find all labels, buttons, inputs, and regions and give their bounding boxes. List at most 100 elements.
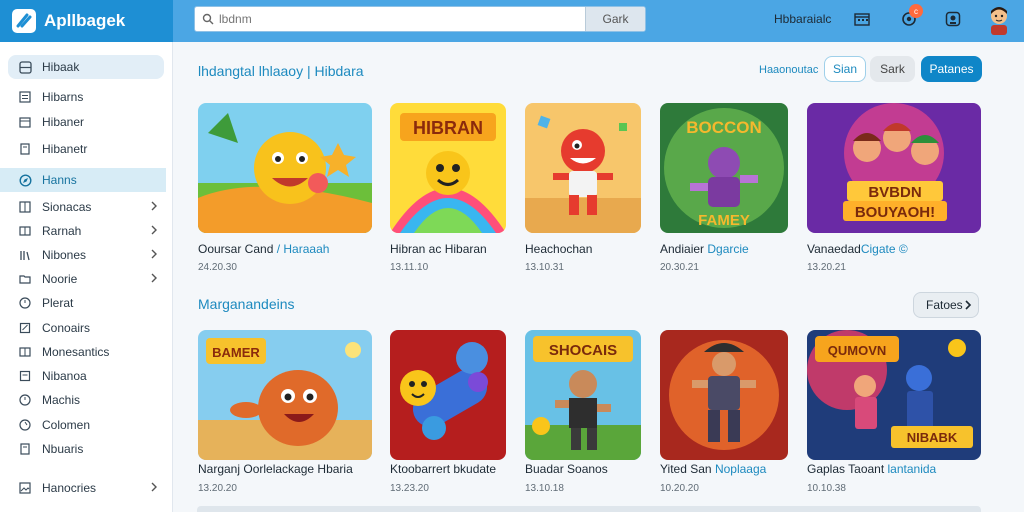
- sidebar-item-label: Hanns: [42, 173, 77, 187]
- game-meta: 10.10.38: [807, 483, 846, 494]
- sidebar-item-9[interactable]: Plerat: [8, 291, 164, 315]
- game-meta: 10.20.20: [660, 483, 699, 494]
- sidebar-item-2[interactable]: Hibaner: [8, 110, 164, 134]
- next-row-edge: [197, 506, 981, 512]
- sidebar-item-15[interactable]: Nbuaris: [8, 437, 164, 461]
- game-title-3[interactable]: Andiaier Dgarcie: [660, 242, 749, 256]
- chevron-right-icon: [964, 299, 972, 314]
- game-thumbnail[interactable]: HIBRAN: [390, 103, 506, 233]
- game-title-9[interactable]: Gaplas Taoant lantanida: [807, 462, 936, 476]
- sidebar-item-7[interactable]: Nibones: [8, 243, 164, 267]
- game-title-4[interactable]: VanaedadCigate ©: [807, 242, 908, 256]
- game-thumbnail[interactable]: SHOCAIS: [525, 330, 641, 460]
- sidebar-item-8[interactable]: Noorie: [8, 267, 164, 291]
- game-title-text: Yited San: [660, 462, 712, 476]
- search-icon: [197, 13, 219, 25]
- header-link[interactable]: Hbbaraialc: [774, 12, 831, 26]
- book-icon: [18, 345, 32, 359]
- sidebar-item-label: Nbuaris: [42, 442, 84, 456]
- file-icon: [18, 369, 32, 383]
- section-link[interactable]: Haaonoutac: [759, 64, 818, 76]
- features-button[interactable]: Fatoes: [913, 292, 979, 318]
- filter-button-sark[interactable]: Sark: [870, 56, 915, 82]
- search-button[interactable]: Gark: [585, 7, 645, 31]
- game-meta: 13.23.20: [390, 483, 429, 494]
- game-meta: 13.20.20: [198, 483, 237, 494]
- game-title-0[interactable]: Ooursar Cand / Haraaah: [198, 242, 329, 256]
- game-meta: 13.10.31: [525, 262, 564, 273]
- search-input[interactable]: [219, 7, 585, 31]
- sidebar-item-label: Hibaner: [42, 115, 85, 129]
- game-title-5[interactable]: Narganj Oorlelackage Hbaria: [198, 462, 353, 476]
- sidebar-item-0[interactable]: Hibaak: [8, 55, 164, 79]
- profile-icon[interactable]: [943, 9, 963, 29]
- game-meta: 20.30.21: [660, 262, 699, 273]
- game-thumbnail[interactable]: [390, 330, 506, 460]
- sidebar-item-5[interactable]: Sionacas: [8, 195, 164, 219]
- game-tag: lantanida: [887, 462, 937, 476]
- top-bar: Apllbagek Gark Hbbaraialc c: [0, 0, 1024, 42]
- filter-button-primary[interactable]: Patanes: [921, 56, 982, 82]
- game-thumbnail[interactable]: BAMER: [198, 330, 372, 460]
- game-title-1[interactable]: Hibran ac Hibaran: [390, 242, 487, 256]
- library-icon: [18, 248, 32, 262]
- search-bar: Gark: [194, 6, 646, 32]
- sidebar-item-label: Hibaak: [42, 60, 80, 74]
- filter-button-sian[interactable]: Sian: [824, 56, 866, 82]
- game-thumbnail[interactable]: QUMOVN NIBABK: [807, 330, 981, 460]
- sidebar-item-1[interactable]: Hibarns: [8, 85, 164, 109]
- game-tag: Cigate ©: [860, 242, 908, 256]
- calendar-icon[interactable]: [852, 9, 872, 29]
- sidebar-item-label: Machis: [42, 393, 81, 407]
- svg-text:NIBABK: NIBABK: [907, 430, 958, 445]
- clock-icon: [18, 393, 32, 407]
- svg-text:BOUYAOH!: BOUYAOH!: [855, 204, 935, 221]
- game-title-text: Vanaedad: [807, 242, 861, 256]
- game-tag: Dgarcie: [707, 242, 749, 256]
- calendar-icon: [18, 115, 32, 129]
- chevron-right-icon: [150, 481, 158, 496]
- game-title-7[interactable]: Buadar Soanos: [525, 462, 608, 476]
- sidebar-item-12[interactable]: Nibanoa: [8, 364, 164, 388]
- game-title-text: Andiaier: [660, 242, 705, 256]
- brand[interactable]: Apllbagek: [0, 0, 173, 42]
- columns-icon: [18, 200, 32, 214]
- folder-icon: [18, 272, 32, 286]
- sidebar-item-4[interactable]: Hanns: [0, 168, 166, 192]
- sidebar-item-16[interactable]: Hanocries: [8, 476, 164, 500]
- svg-text:BOCCON: BOCCON: [686, 118, 762, 137]
- game-title-2[interactable]: Heachochan: [525, 242, 592, 256]
- svg-text:HIBRAN: HIBRAN: [413, 118, 483, 138]
- game-thumbnail[interactable]: [198, 103, 372, 233]
- sidebar-item-6[interactable]: Rarnah: [8, 219, 164, 243]
- chevron-right-icon: [150, 200, 158, 215]
- game-title-8[interactable]: Yited San Noplaaga: [660, 462, 766, 476]
- sidebar-item-3[interactable]: Hibanetr: [8, 137, 164, 161]
- sidebar-item-13[interactable]: Machis: [8, 388, 164, 412]
- clock-icon: [18, 296, 32, 310]
- game-thumbnail[interactable]: BOCCON FAMEY: [660, 103, 788, 233]
- game-tag: Noplaaga: [714, 462, 767, 476]
- sidebar-item-label: Plerat: [42, 296, 74, 310]
- game-thumbnail[interactable]: [660, 330, 788, 460]
- file-icon: [18, 321, 32, 335]
- sidebar-item-10[interactable]: Conoairs: [8, 316, 164, 340]
- sidebar-item-11[interactable]: Monesantics: [8, 340, 164, 364]
- sidebar: Hibaak Hibarns Hibaner Hibanetr Hanns Si…: [0, 42, 173, 512]
- avatar[interactable]: [987, 5, 1011, 35]
- chevron-right-icon: [150, 272, 158, 287]
- section-title-2: Marganandeins: [198, 296, 295, 312]
- compass-icon: [18, 173, 32, 187]
- list-icon: [18, 90, 32, 104]
- document-icon: [18, 142, 32, 156]
- sidebar-item-label: Colomen: [42, 418, 91, 432]
- sidebar-item-label: Noorie: [42, 272, 78, 286]
- sidebar-item-label: Hibarns: [42, 90, 84, 104]
- game-meta: 24.20.30: [198, 262, 237, 273]
- game-title-6[interactable]: Ktoobarrert bkudate: [390, 462, 496, 476]
- game-meta: 13.20.21: [807, 262, 846, 273]
- chevron-right-icon: [150, 224, 158, 239]
- sidebar-item-14[interactable]: Colomen: [8, 413, 164, 437]
- game-thumbnail[interactable]: [525, 103, 641, 233]
- game-thumbnail[interactable]: BVBDN BOUYAOH!: [807, 103, 981, 233]
